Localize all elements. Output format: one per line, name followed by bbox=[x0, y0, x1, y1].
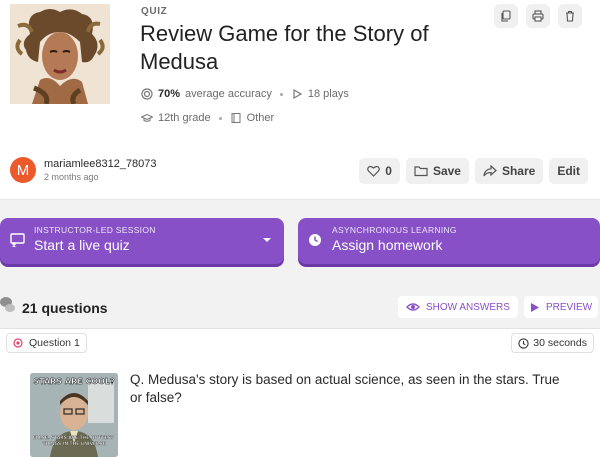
presentation-icon bbox=[10, 233, 25, 247]
folder-icon bbox=[414, 166, 428, 177]
chevron-down-icon[interactable] bbox=[262, 236, 272, 244]
clock-icon bbox=[309, 234, 321, 246]
subject-label: Other bbox=[246, 112, 275, 124]
questions-icon bbox=[0, 297, 15, 312]
start-live-quiz-button[interactable]: INSTRUCTOR-LED SESSION Start a live quiz bbox=[0, 218, 284, 264]
copy-icon bbox=[501, 10, 511, 22]
social-actions: 0 Save Share Edit bbox=[359, 158, 588, 184]
author-time: 2 months ago bbox=[44, 172, 99, 182]
heart-icon bbox=[367, 165, 381, 177]
book-icon bbox=[231, 113, 241, 123]
like-count: 0 bbox=[385, 164, 392, 178]
clock-icon bbox=[518, 337, 529, 349]
top-actions bbox=[494, 4, 582, 28]
target-icon bbox=[141, 88, 153, 100]
question-card: Question 1 30 seconds STARS ARE COOL? FA… bbox=[0, 328, 600, 457]
plays-count: 18 plays bbox=[307, 88, 349, 100]
play-icon bbox=[531, 302, 539, 312]
quiz-title: Review Game for the Story of Medusa bbox=[140, 21, 429, 74]
preview-label: PREVIEW bbox=[546, 301, 593, 313]
live-session-caption: INSTRUCTOR-LED SESSION bbox=[34, 225, 156, 235]
meme-bottom-line-2: THINGS IN THE UNIVERSE bbox=[42, 441, 105, 447]
edit-button[interactable]: Edit bbox=[549, 158, 588, 184]
question-type-tag: Question 1 bbox=[6, 333, 87, 353]
questions-count: 21 questions bbox=[22, 300, 108, 316]
homework-label: Assign homework bbox=[332, 237, 443, 253]
accuracy-label: average accuracy bbox=[185, 88, 272, 100]
author-info[interactable]: M mariamlee8312_78073 2 months ago bbox=[10, 157, 157, 183]
assign-homework-button[interactable]: ASYNCHRONOUS LEARNING Assign homework bbox=[298, 218, 600, 264]
quiz-header-card: QUIZ Review Game for the Story of Medusa… bbox=[0, 0, 600, 200]
print-button[interactable] bbox=[526, 4, 550, 28]
author-name: mariamlee8312_78073 bbox=[44, 158, 157, 170]
share-button[interactable]: Share bbox=[474, 158, 544, 184]
delete-button[interactable] bbox=[558, 4, 582, 28]
radio-icon bbox=[13, 338, 23, 348]
meme-top-text: STARS ARE COOL? bbox=[33, 377, 115, 386]
meme-bottom-line-1: FALSE. STARS ARE THE HOTTEST bbox=[33, 435, 114, 441]
show-answers-label: SHOW ANSWERS bbox=[426, 301, 510, 313]
questions-header: 21 questions SHOW ANSWERS PREVIEW bbox=[0, 296, 600, 320]
question-number: Question 1 bbox=[29, 337, 80, 349]
copy-button[interactable] bbox=[494, 4, 518, 28]
avatar: M bbox=[10, 157, 36, 183]
save-label: Save bbox=[432, 164, 461, 178]
question-image: STARS ARE COOL? FALSE. STARS ARE THE HOT… bbox=[30, 373, 118, 457]
question-time: 30 seconds bbox=[533, 337, 587, 349]
homework-caption: ASYNCHRONOUS LEARNING bbox=[332, 225, 457, 235]
question-timer: 30 seconds bbox=[511, 333, 594, 353]
grade-label: 12th grade bbox=[158, 112, 211, 124]
share-label: Share bbox=[501, 164, 536, 178]
save-button[interactable]: Save bbox=[405, 158, 469, 184]
question-text: Q. Medusa's story is based on actual sci… bbox=[130, 372, 560, 405]
preview-button[interactable]: PREVIEW bbox=[524, 296, 599, 318]
like-button[interactable]: 0 bbox=[359, 158, 400, 184]
graduation-cap-icon bbox=[141, 113, 153, 122]
print-icon bbox=[532, 10, 544, 22]
edit-label: Edit bbox=[557, 164, 580, 178]
quiz-type-label: QUIZ bbox=[141, 6, 168, 17]
show-answers-button[interactable]: SHOW ANSWERS bbox=[398, 296, 518, 318]
eye-icon bbox=[406, 303, 420, 311]
quiz-classification: 12th grade Other bbox=[141, 112, 274, 124]
play-icon bbox=[293, 88, 303, 100]
separator-dot bbox=[279, 92, 283, 96]
separator-dot bbox=[218, 116, 222, 120]
quiz-cover-image bbox=[10, 4, 110, 104]
accuracy-value: 70% bbox=[158, 88, 181, 100]
trash-icon bbox=[566, 10, 574, 22]
quiz-stats: 70% average accuracy 18 plays bbox=[141, 88, 349, 100]
share-icon bbox=[483, 165, 497, 177]
live-session-label: Start a live quiz bbox=[34, 237, 130, 253]
